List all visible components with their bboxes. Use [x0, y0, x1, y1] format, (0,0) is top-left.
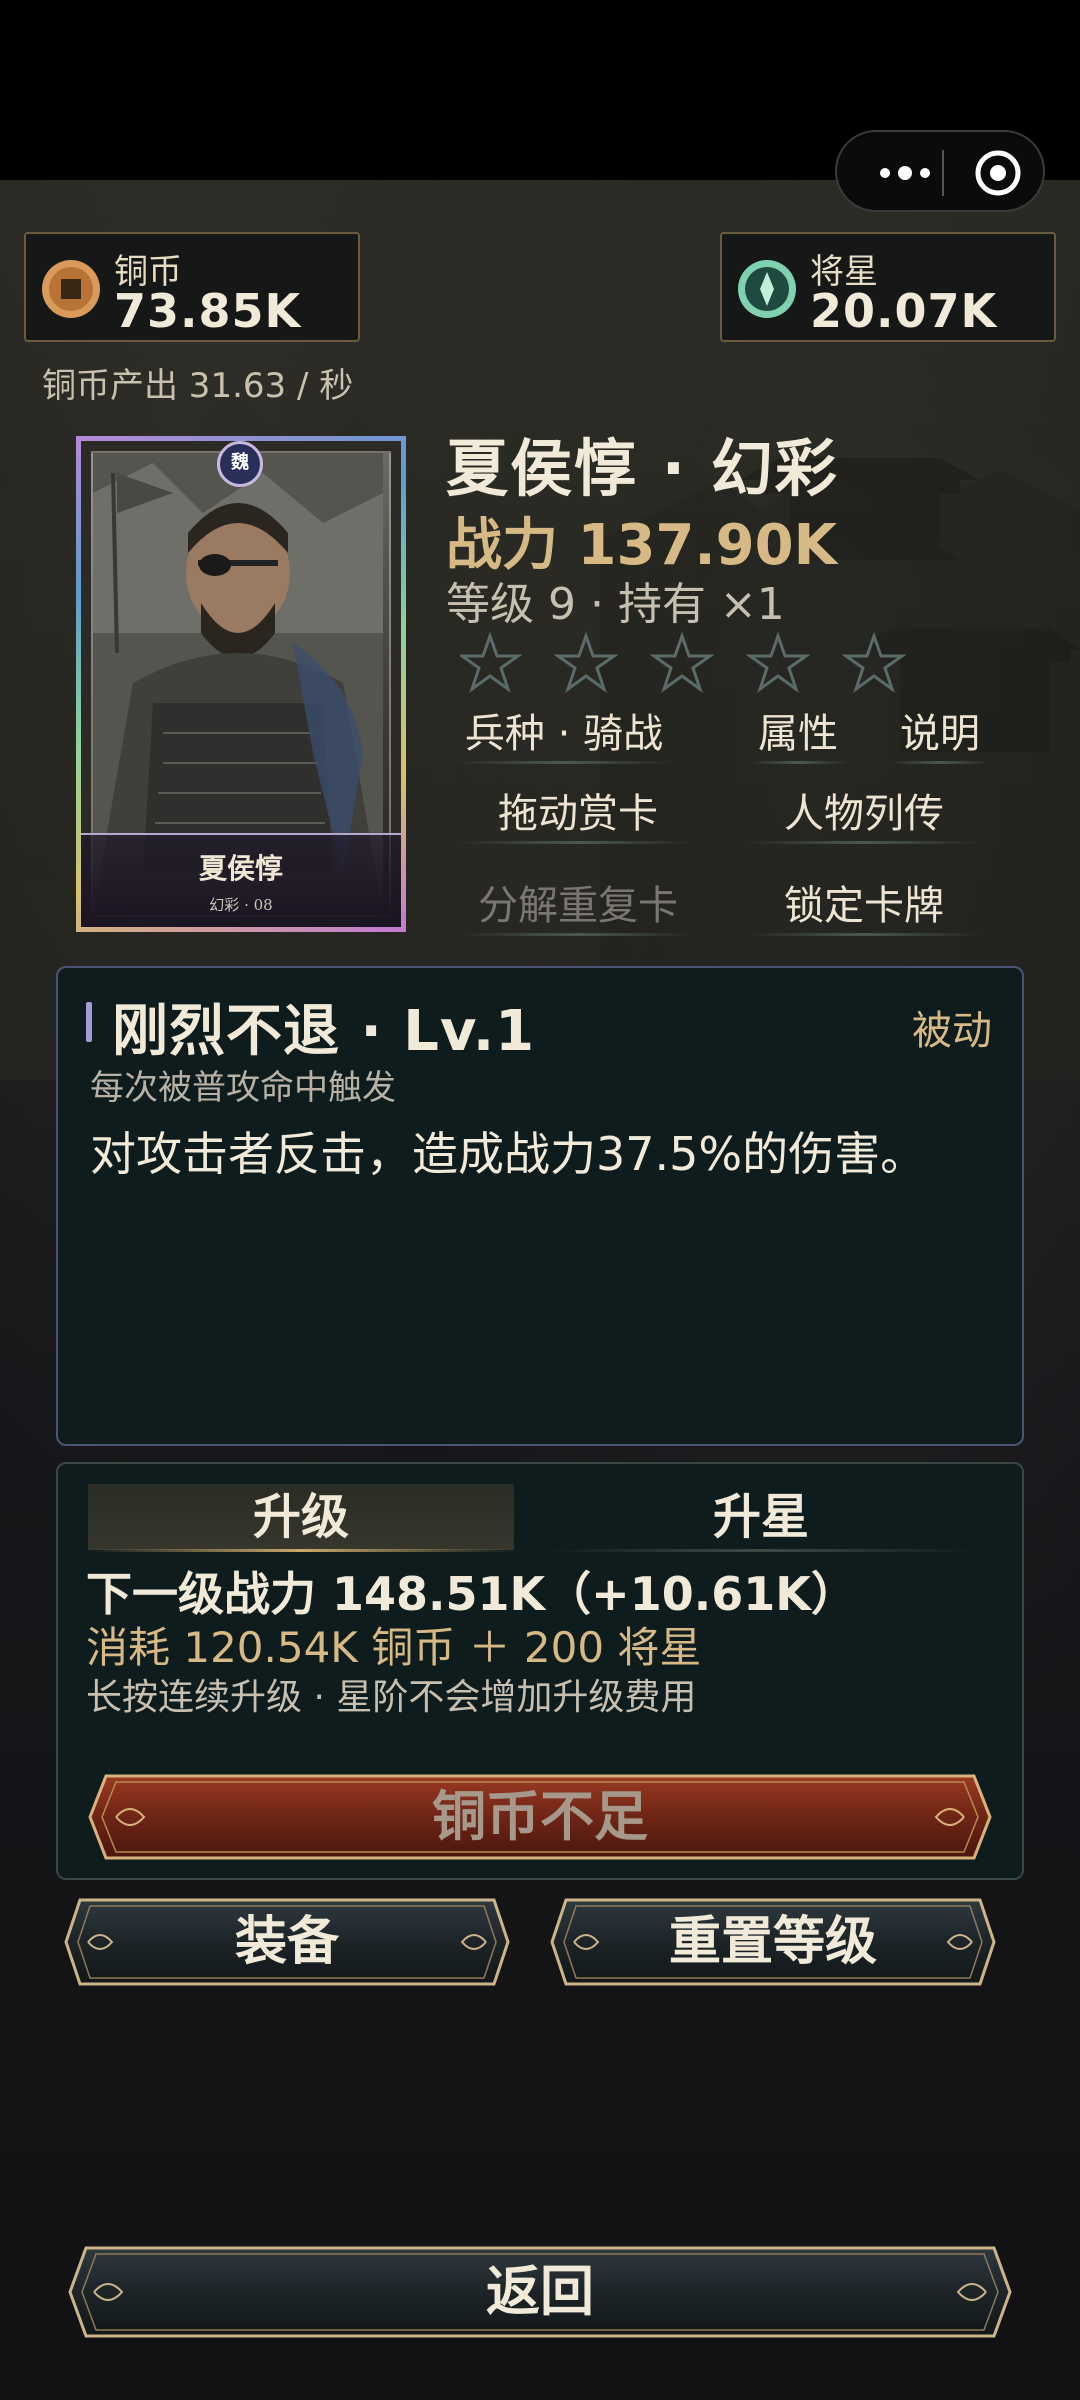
- tab-underline: [88, 1549, 514, 1552]
- tab-level-up-label: 升级: [252, 1489, 349, 1545]
- card-hero-name: 夏侯惇: [198, 852, 283, 885]
- troop-type-label: 兵种 · 骑战: [464, 711, 664, 757]
- upgrade-hint: 长按连续升级 · 星阶不会增加升级费用: [86, 1677, 697, 1718]
- more-dots-icon[interactable]: [875, 158, 935, 188]
- tab-level-up[interactable]: 升级: [88, 1484, 514, 1552]
- divider: [890, 761, 990, 764]
- card-rarity-number: 幻彩 · 08: [209, 896, 273, 914]
- coin-rate-text: 铜币产出 31.63 / 秒: [42, 366, 354, 406]
- coin-balance: 铜币 73.85K: [24, 232, 360, 342]
- reset-level-label: 重置等级: [668, 1912, 877, 1972]
- reset-level-button[interactable]: 重置等级: [548, 1896, 998, 1988]
- explain-button[interactable]: 说明: [880, 704, 1000, 764]
- biography-button[interactable]: 人物列传: [736, 784, 992, 844]
- skill-description: 对攻击者反击，造成战力37.5%的伤害。: [90, 1127, 927, 1181]
- copper-coin-icon: [42, 260, 100, 318]
- mini-program-capsule: [835, 130, 1045, 212]
- divider: [746, 841, 982, 844]
- equip-button[interactable]: 装备: [62, 1896, 512, 1988]
- general-star-icon: [738, 260, 796, 318]
- equip-label: 装备: [234, 1912, 339, 1972]
- insufficient-coins-button[interactable]: 铜币不足: [86, 1772, 994, 1862]
- explain-label: 说明: [900, 711, 980, 757]
- hero-title: 夏侯惇 · 幻彩: [446, 432, 839, 505]
- lock-card-button[interactable]: 锁定卡牌: [736, 876, 992, 936]
- capsule-divider: [942, 150, 944, 196]
- kingdom-badge: 魏: [217, 441, 263, 487]
- back-label: 返回: [486, 2260, 594, 2323]
- troop-type-button[interactable]: 兵种 · 骑战: [444, 704, 684, 764]
- general-star-balance: 将星 20.07K: [720, 232, 1056, 342]
- divider: [454, 761, 674, 764]
- decompose-label: 分解重复卡: [478, 883, 678, 929]
- hero-card[interactable]: 魏 夏侯惇 幻彩 · 08: [76, 436, 406, 932]
- skill-trigger: 每次被普攻命中触发: [90, 1068, 396, 1108]
- star-icon: [460, 631, 523, 693]
- biography-label: 人物列传: [784, 791, 944, 837]
- star-icon: [553, 631, 619, 693]
- divider: [460, 933, 696, 936]
- star-icon: [745, 631, 811, 693]
- target-circle-icon[interactable]: [973, 148, 1023, 198]
- divider: [460, 841, 696, 844]
- skill-panel: 刚烈不退 · Lv.1 被动 每次被普攻命中触发 对攻击者反击，造成战力37.5…: [56, 966, 1024, 1446]
- back-button[interactable]: 返回: [66, 2244, 1014, 2340]
- tab-underline: [548, 1549, 974, 1552]
- divider: [746, 933, 982, 936]
- star-icon: [841, 631, 907, 693]
- lock-card-label: 锁定卡牌: [784, 883, 944, 929]
- skill-name: 刚烈不退 · Lv.1: [112, 999, 536, 1064]
- skill-accent-bar: [86, 1002, 92, 1042]
- star-rating: [460, 631, 907, 693]
- drag-card-label: 拖动赏卡: [498, 791, 658, 837]
- insufficient-coins-label: 铜币不足: [432, 1785, 648, 1848]
- star-icon: [649, 631, 715, 693]
- tab-star-up-label: 升星: [712, 1489, 809, 1545]
- divider: [748, 761, 848, 764]
- star-value: 20.07K: [810, 284, 998, 338]
- coin-value: 73.85K: [114, 284, 302, 338]
- skill-type: 被动: [912, 1008, 992, 1054]
- upgrade-cost: 消耗 120.54K 铜币 ＋ 200 将星: [86, 1623, 702, 1672]
- tab-star-up[interactable]: 升星: [548, 1484, 974, 1552]
- attributes-button[interactable]: 属性: [738, 704, 858, 764]
- hero-level: 等级 9 · 持有 ×1: [446, 579, 785, 630]
- decompose-button[interactable]: 分解重复卡: [450, 876, 706, 936]
- drag-card-button[interactable]: 拖动赏卡: [450, 784, 706, 844]
- attributes-label: 属性: [758, 711, 838, 757]
